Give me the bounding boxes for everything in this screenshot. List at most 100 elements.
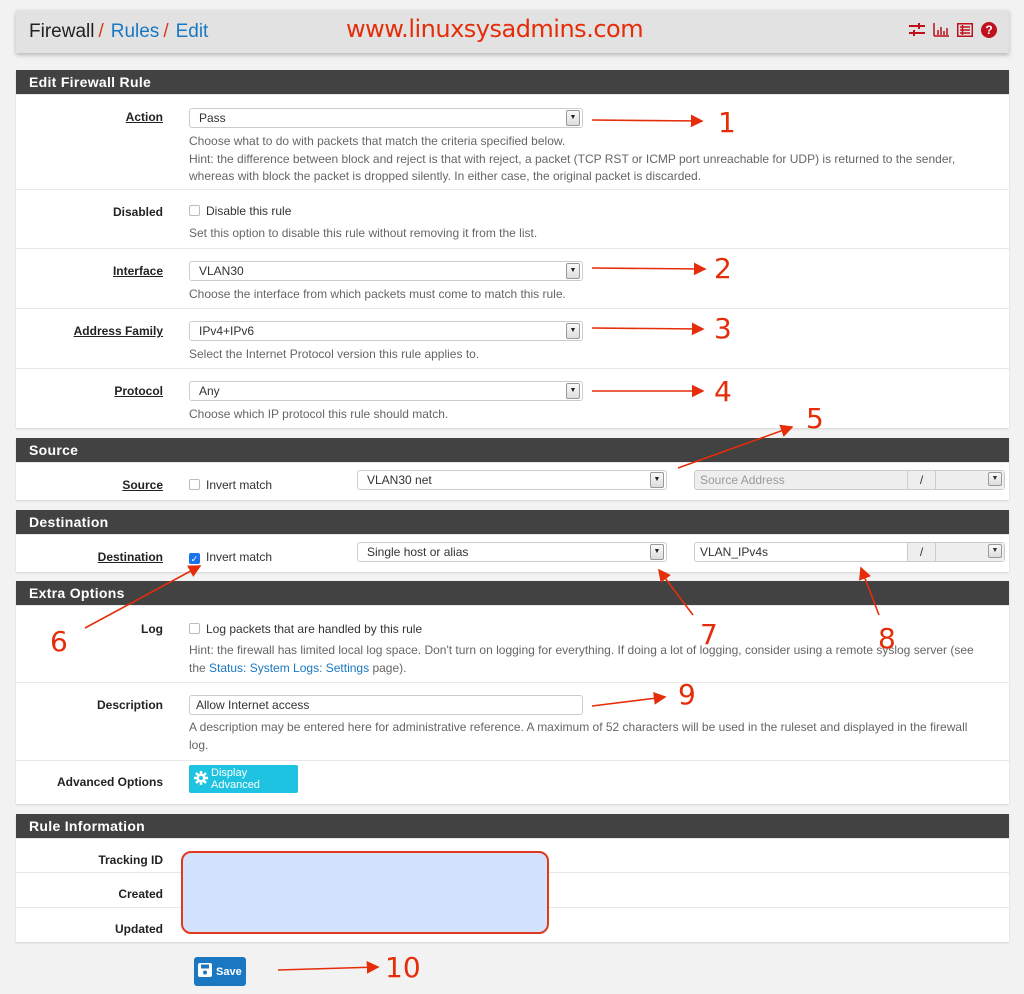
chevron-down-icon: ▼ <box>988 472 1002 486</box>
log-row: Log Log packets that are handled by this… <box>16 605 1009 682</box>
annotation-5: 5 <box>806 402 824 435</box>
destination-type-select[interactable]: Single host or alias ▼ <box>357 542 667 562</box>
interface-label: Interface <box>112 264 163 278</box>
chevron-down-icon: ▼ <box>988 544 1002 558</box>
header-icons: ? <box>909 22 997 38</box>
help-text: the Status: System Logs: Settings page). <box>189 660 999 678</box>
slash-separator: / <box>907 471 935 489</box>
action-help: Choose what to do with packets that matc… <box>189 133 999 186</box>
address-family-row: Address Family IPv4+IPv6 ▼ Select the In… <box>16 308 1009 368</box>
interface-row: Interface VLAN30 ▼ Choose the interface … <box>16 248 1009 308</box>
annotation-2: 2 <box>714 252 732 285</box>
disabled-row: Disabled Disable this rule Set this opti… <box>16 189 1009 248</box>
panel-title: Rule Information <box>16 814 1009 838</box>
source-invert-label[interactable]: Invert match <box>206 478 272 492</box>
annotation-arrow-10 <box>277 960 380 974</box>
chevron-down-icon: ▼ <box>650 544 664 560</box>
annotation-7: 7 <box>700 618 718 651</box>
source-type-value: VLAN30 net <box>367 473 432 487</box>
destination-panel: Destination Destination ✓ Invert match Si… <box>16 510 1009 572</box>
disable-rule-checkbox[interactable] <box>189 205 200 216</box>
save-button[interactable]: Save <box>194 957 246 986</box>
display-advanced-button[interactable]: Display Advanced <box>189 765 298 793</box>
log-checkbox-label[interactable]: Log packets that are handled by this rul… <box>206 622 422 636</box>
updated-label: Updated <box>115 922 163 936</box>
source-type-select[interactable]: VLAN30 net ▼ <box>357 470 667 490</box>
panel-title: Source <box>16 438 1009 462</box>
source-label: Source <box>122 478 163 492</box>
panel-title: Edit Firewall Rule <box>16 70 1009 94</box>
annotation-8: 8 <box>878 622 896 655</box>
redacted-area <box>181 851 549 934</box>
chevron-down-icon: ▼ <box>566 323 580 339</box>
annotation-6: 6 <box>50 625 68 658</box>
help-text: Choose what to do with packets that matc… <box>189 134 566 148</box>
source-panel: Source Source Invert match VLAN30 net ▼ … <box>16 438 1009 500</box>
panel-title: Destination <box>16 510 1009 534</box>
chevron-down-icon: ▼ <box>650 472 664 488</box>
system-logs-settings-link[interactable]: Status: System Logs: Settings <box>209 661 369 675</box>
help-text: the <box>189 660 206 675</box>
chevron-down-icon: ▼ <box>566 383 580 399</box>
destination-invert-label[interactable]: Invert match <box>206 550 272 564</box>
chart-icon[interactable] <box>933 22 949 38</box>
protocol-value: Any <box>199 384 220 398</box>
protocol-select[interactable]: Any ▼ <box>189 381 583 401</box>
gear-icon <box>194 770 208 788</box>
log-checkbox[interactable] <box>189 623 200 634</box>
description-row: Description Allow Internet access A desc… <box>16 682 1009 760</box>
help-text: A description may be entered here for ad… <box>189 720 968 734</box>
source-row: Source Invert match VLAN30 net ▼ Source … <box>16 462 1009 500</box>
destination-invert-checkbox[interactable]: ✓ <box>189 553 200 564</box>
help-icon[interactable]: ? <box>981 22 997 38</box>
address-family-help: Select the Internet Protocol version thi… <box>189 347 480 361</box>
breadcrumb-edit[interactable]: Edit <box>176 21 209 43</box>
save-icon <box>198 963 212 980</box>
chevron-down-icon: ▼ <box>566 110 580 126</box>
destination-row: Destination ✓ Invert match Single host or… <box>16 534 1009 572</box>
interface-help: Choose the interface from which packets … <box>189 287 566 301</box>
interface-value: VLAN30 <box>199 264 244 278</box>
address-family-value: IPv4+IPv6 <box>199 324 255 338</box>
disabled-help: Set this option to disable this rule wit… <box>189 226 538 240</box>
annotation-9: 9 <box>678 678 696 711</box>
description-input[interactable]: Allow Internet access <box>189 695 583 715</box>
display-advanced-label: Display Advanced <box>211 767 260 791</box>
disable-rule-checkbox-label[interactable]: Disable this rule <box>206 204 291 218</box>
tracking-id-label: Tracking ID <box>98 853 163 867</box>
source-address-input[interactable]: Source Address / ▼ <box>694 470 1005 490</box>
description-label: Description <box>96 698 163 712</box>
destination-mask-select[interactable]: ▼ <box>935 543 1004 561</box>
source-mask-select[interactable]: ▼ <box>935 471 1004 489</box>
help-text: log. <box>189 737 209 752</box>
description-help: A description may be entered here for ad… <box>189 719 999 754</box>
action-select[interactable]: Pass ▼ <box>189 108 583 128</box>
extra-options-panel: Extra Options Log Log packets that are h… <box>16 581 1009 804</box>
breadcrumb-separator: / <box>163 20 169 42</box>
destination-address-input[interactable]: VLAN_IPv4s / ▼ <box>694 542 1005 562</box>
interface-select[interactable]: VLAN30 ▼ <box>189 261 583 281</box>
destination-label: Destination <box>97 550 163 564</box>
help-text: page). <box>372 660 407 675</box>
breadcrumb-firewall[interactable]: Firewall <box>29 21 94 43</box>
chevron-down-icon: ▼ <box>566 263 580 279</box>
sliders-icon[interactable] <box>909 22 925 38</box>
source-address-placeholder: Source Address <box>700 473 785 487</box>
disabled-label: Disabled <box>112 205 163 219</box>
address-family-select[interactable]: IPv4+IPv6 ▼ <box>189 321 583 341</box>
annotation-3: 3 <box>714 312 732 345</box>
edit-firewall-rule-panel: Edit Firewall Rule Action Pass ▼ Choose … <box>16 70 1009 428</box>
breadcrumb-separator: / <box>98 20 104 42</box>
slash-separator: / <box>907 543 935 561</box>
protocol-help: Choose which IP protocol this rule shoul… <box>189 407 449 421</box>
panel-title: Extra Options <box>16 581 1009 605</box>
breadcrumb-rules[interactable]: Rules <box>111 21 160 43</box>
action-row: Action Pass ▼ Choose what to do with pac… <box>16 94 1009 189</box>
source-invert-checkbox[interactable] <box>189 479 200 490</box>
annotation-10: 10 <box>385 951 421 984</box>
watermark-text: www.linuxsysadmins.com <box>346 15 644 43</box>
destination-type-value: Single host or alias <box>367 545 469 559</box>
action-value: Pass <box>199 111 226 125</box>
annotation-1: 1 <box>718 106 736 139</box>
list-icon[interactable] <box>957 22 973 38</box>
